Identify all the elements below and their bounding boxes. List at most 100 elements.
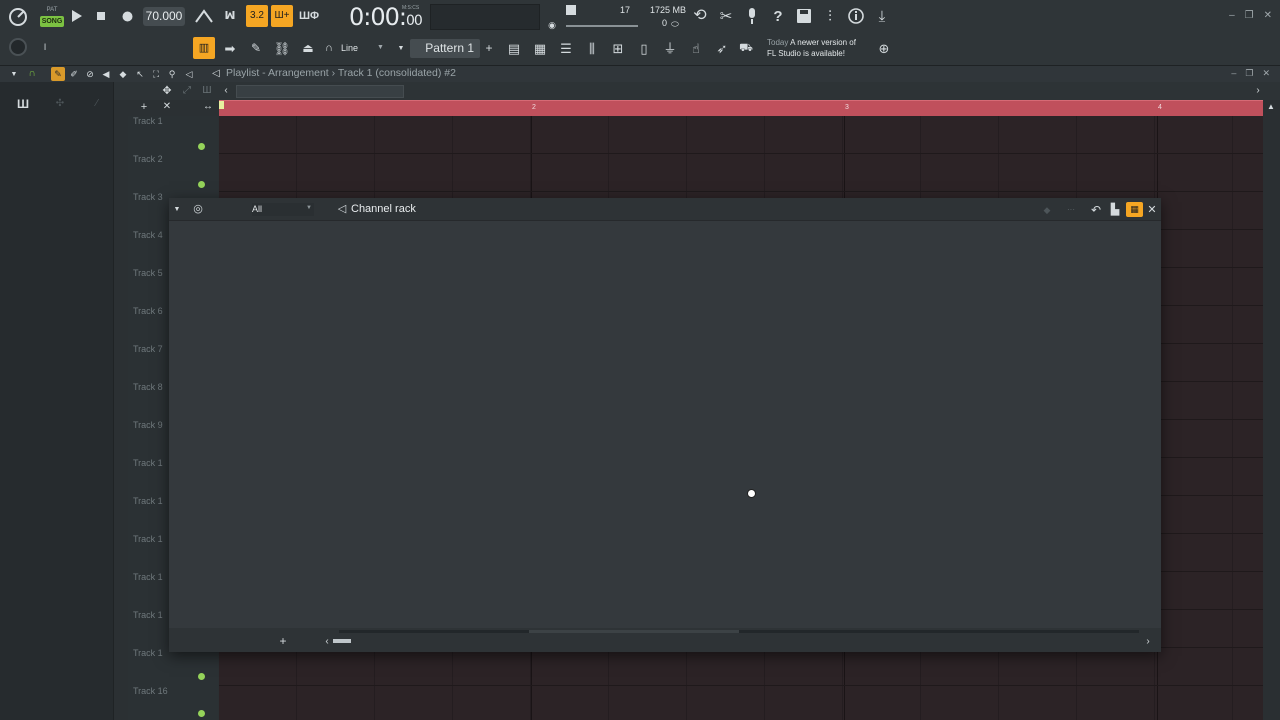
mute-tool-icon[interactable]: ◀ [100, 68, 112, 80]
video-icon[interactable]: ➶ [712, 38, 732, 58]
scroll-right-icon[interactable]: › [1252, 85, 1264, 97]
playlist-horizontal-scrollbar[interactable] [236, 85, 404, 98]
song-mode-button[interactable]: SONG [40, 16, 64, 27]
channel-rack-header[interactable]: ▼ ◎ All ▼ ◁ Channel rack ◆ ··· ↶ ▙ ▦ ✕ [169, 198, 1161, 221]
slice-tool-icon[interactable]: ↖ [134, 68, 146, 80]
slip-tool-icon[interactable]: ◆ [116, 68, 130, 80]
step-edit-icon[interactable]: Ш+ [271, 5, 293, 27]
channel-rack-horizontal-scrollbar[interactable] [339, 630, 1139, 633]
playhead-marker[interactable] [219, 101, 224, 109]
track-label[interactable]: Track 1 [133, 610, 163, 620]
play-icon[interactable] [70, 9, 84, 23]
pencil-icon[interactable]: ✎ [246, 39, 266, 57]
master-volume-knob-icon[interactable] [8, 36, 28, 58]
playlist-vertical-scrollbar[interactable]: ▲ [1263, 100, 1280, 720]
close-icon[interactable]: ✕ [1146, 203, 1158, 217]
typing-keyboard-icon[interactable]: ШΦ [298, 7, 320, 25]
track-label[interactable]: Track 16 [133, 686, 168, 696]
restore-icon[interactable]: ❐ [1245, 10, 1254, 21]
wait-for-input-icon[interactable]: ꟽ [220, 7, 240, 25]
download-icon[interactable]: ⤓ [872, 6, 892, 26]
zoom-handle-icon[interactable] [333, 639, 351, 643]
chevron-down-icon[interactable]: ▼ [377, 44, 384, 51]
track-label[interactable]: Track 1 [133, 572, 163, 582]
track-label[interactable]: Track 7 [133, 344, 163, 354]
piano-roll-view-icon[interactable]: ▦ [530, 38, 550, 58]
touch-icon[interactable]: ☝ [686, 38, 706, 58]
channel-filter-select[interactable]: All [252, 203, 314, 216]
track-label[interactable]: Track 8 [133, 382, 163, 392]
track-label[interactable]: Track 1 [133, 648, 163, 658]
tempo-display[interactable]: 70.000 [143, 7, 185, 26]
track-mute-led[interactable] [198, 673, 205, 680]
metronome-icon[interactable] [194, 7, 214, 25]
track-label[interactable]: Track 1 [133, 496, 163, 506]
step-sequencer-icon[interactable]: ▦ [1126, 202, 1143, 217]
playlist-close-icon[interactable]: ✕ [1262, 68, 1270, 79]
track-label[interactable]: Track 1 [133, 116, 163, 126]
help-icon[interactable]: ? [768, 6, 788, 26]
pitch-knob-icon[interactable] [6, 5, 30, 29]
browser-tree-icon[interactable]: ⊞ [608, 38, 628, 58]
resize-horizontal-icon[interactable]: ↔ [201, 101, 215, 113]
channel-rack-menu-icon[interactable]: ▼ [172, 204, 182, 214]
close-icon[interactable]: ✕ [161, 101, 173, 113]
track-label[interactable]: Track 6 [133, 306, 163, 316]
playlist-icon[interactable]: ▤ [504, 38, 524, 58]
snap-select[interactable]: Line [341, 43, 358, 53]
undo-icon[interactable]: ↶ [1089, 203, 1103, 217]
eye-icon[interactable]: ◉ [546, 20, 558, 30]
save-icon[interactable] [794, 6, 814, 26]
undo-icon[interactable]: ⟲ [690, 6, 710, 26]
piano-roll-icon[interactable]: ▥ [193, 37, 215, 59]
move-icon[interactable]: ✥ [160, 85, 174, 97]
graph-icon[interactable]: ▙ [1108, 203, 1122, 217]
channel-rack-icon[interactable]: ☰ [556, 38, 576, 58]
piano-keys-icon[interactable]: Ш [16, 98, 30, 110]
record-icon[interactable] [120, 9, 134, 23]
news-line-2[interactable]: FL Studio is available! [767, 49, 845, 58]
countdown-icon[interactable]: 3.2 [246, 5, 268, 27]
pattern-chevron-icon[interactable]: ▼ [396, 42, 406, 54]
track-label[interactable]: Track 3 [133, 192, 163, 202]
add-channel-icon[interactable]: + [277, 635, 289, 647]
pattern-selector[interactable]: Pattern 1 [410, 39, 480, 58]
track-label[interactable]: Track 9 [133, 420, 163, 430]
cart-icon[interactable]: ⛟ [738, 40, 754, 56]
scroll-thumb[interactable] [529, 630, 739, 633]
master-pitch-icon[interactable]: ǀ [40, 40, 50, 54]
track-mute-led[interactable] [198, 143, 205, 150]
track-label[interactable]: Track 1 [133, 458, 163, 468]
track-label[interactable]: Track 4 [133, 230, 163, 240]
info-icon[interactable] [846, 6, 866, 26]
add-pattern-icon[interactable]: + [483, 41, 495, 55]
news-line-1[interactable]: Today A newer version of [767, 38, 856, 47]
cut-icon[interactable]: ✂ [716, 6, 736, 26]
file-icon[interactable]: ▯ [634, 38, 654, 58]
track-label[interactable]: Track 1 [133, 534, 163, 544]
plugin-icon[interactable]: ⏚ [660, 38, 680, 58]
browser-arrows-icon[interactable]: ✣ [52, 98, 68, 110]
track-label[interactable]: Track 2 [133, 154, 163, 164]
track-mute-led[interactable] [198, 710, 205, 717]
magnet-icon[interactable]: ∩ [322, 41, 336, 55]
scroll-up-icon[interactable]: ▲ [1266, 102, 1276, 112]
delete-tool-icon[interactable]: ⊘ [84, 68, 96, 80]
link-oval-icon[interactable]: ⬭ [668, 19, 682, 29]
link-icon[interactable]: ⛓ [272, 39, 292, 57]
add-track-icon[interactable]: + [138, 101, 150, 113]
mixer-icon[interactable]: ⫶ [820, 6, 840, 26]
stamp-icon[interactable]: ⏏ [298, 39, 318, 57]
track-mute-led[interactable] [198, 181, 205, 188]
swing-knob-icon[interactable]: ◎ [192, 203, 204, 215]
scroll-left-icon[interactable]: ‹ [220, 85, 232, 97]
playlist-menu-arrow-icon[interactable]: ▼ [9, 69, 19, 79]
arrow-right-icon[interactable]: ➡ [220, 39, 240, 57]
playback-tool-icon[interactable]: ◁ [183, 68, 195, 80]
timeline-ruler[interactable]: 2 3 4 [219, 100, 1263, 116]
mic-icon[interactable] [742, 6, 762, 26]
minimize-icon[interactable]: – [1229, 10, 1235, 21]
magnet-snap-icon[interactable]: ∩ [26, 68, 38, 80]
grid-icon[interactable]: Ш [200, 85, 214, 97]
globe-icon[interactable]: ⊕ [876, 40, 892, 56]
